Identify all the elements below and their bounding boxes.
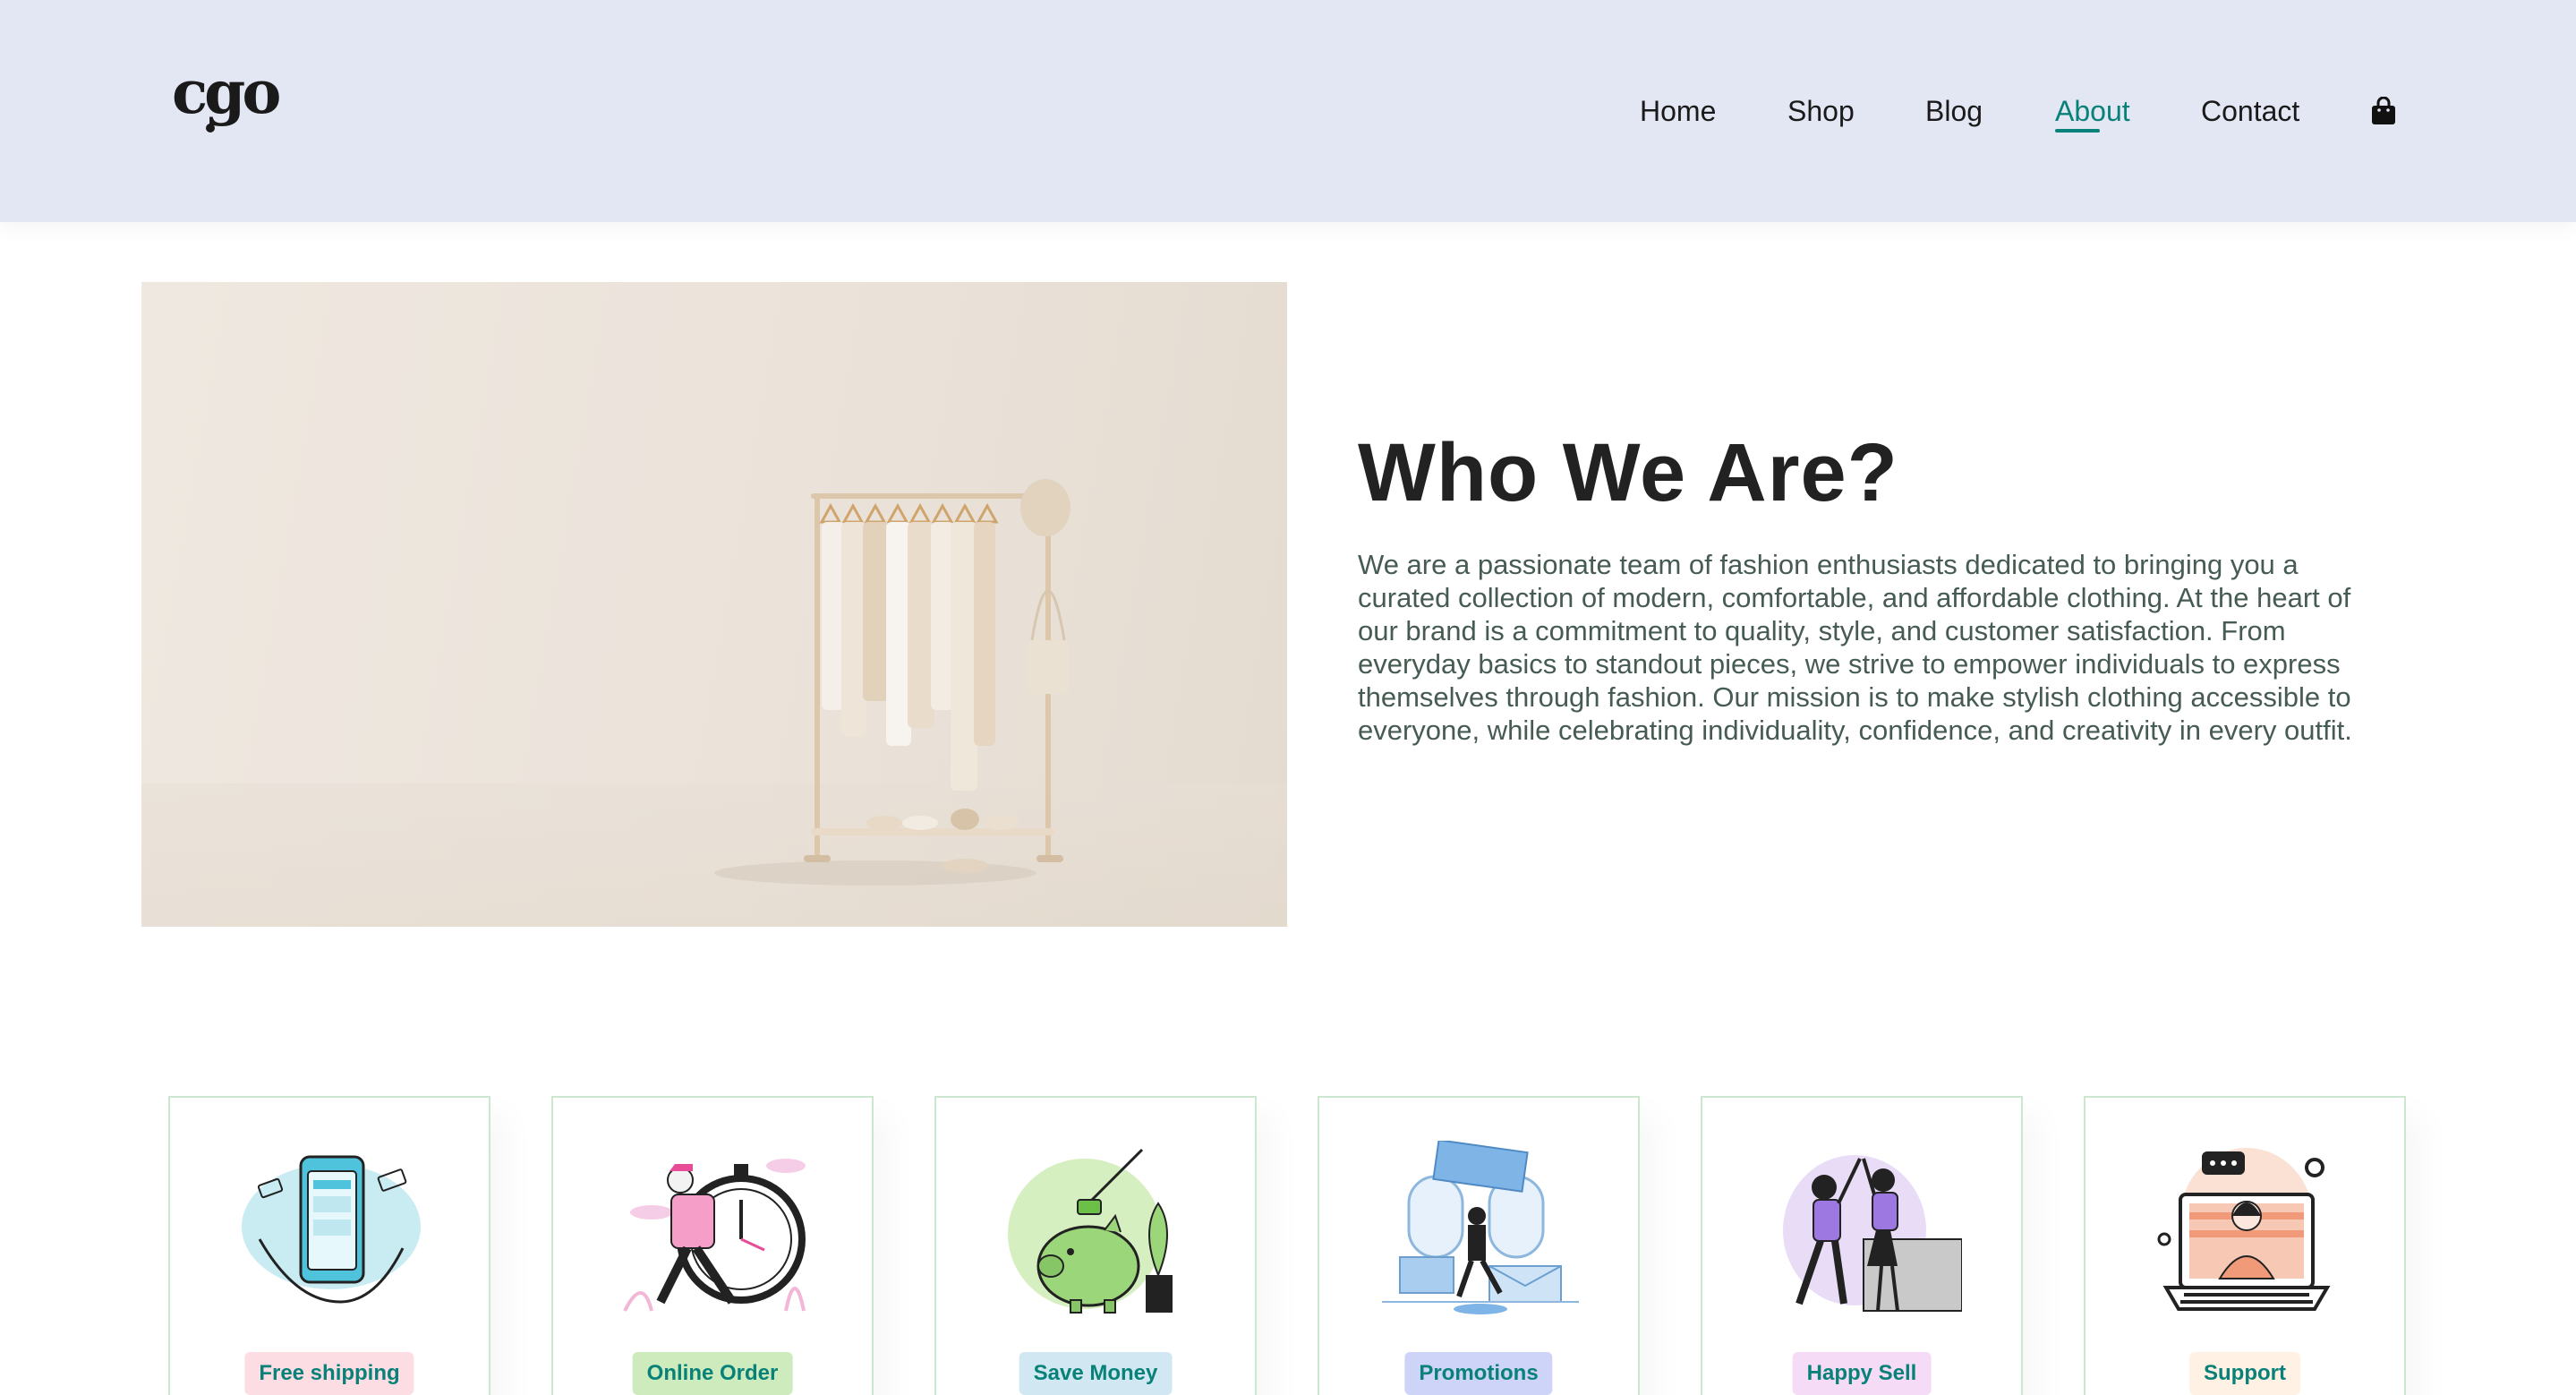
badge-save-money: Save Money	[1019, 1352, 1173, 1395]
main-nav: Home Shop Blog About Contact	[0, 95, 2576, 131]
clothing-rack-illustration	[141, 479, 1287, 927]
shopping-bag-icon[interactable]	[2370, 97, 2397, 125]
delivery-clock-icon	[623, 1159, 806, 1312]
feature-card-support[interactable]: Support	[2084, 1096, 2406, 1395]
badge-promotions: Promotions	[1404, 1352, 1553, 1395]
feature-card-save-money[interactable]: Save Money	[934, 1096, 1257, 1395]
high-five-icon	[1783, 1155, 1962, 1312]
feature-card-promotions[interactable]: Promotions	[1318, 1096, 1640, 1395]
piggy-bank-icon	[1008, 1148, 1173, 1314]
nav-shop[interactable]: Shop	[1787, 95, 1855, 128]
badge-free-shipping: Free shipping	[244, 1352, 414, 1395]
nav-blog[interactable]: Blog	[1925, 95, 1983, 128]
about-image	[141, 282, 1287, 927]
site-header: cgo Home Shop Blog About Contact	[0, 0, 2576, 222]
phone-payment-icon	[242, 1155, 421, 1304]
badge-happy-sell: Happy Sell	[1792, 1352, 1932, 1395]
about-description: We are a passionate team of fashion enth…	[1358, 549, 2352, 746]
promotion-gift-icon	[1382, 1141, 1579, 1314]
feature-card-free-shipping[interactable]: Free shipping	[168, 1096, 490, 1395]
nav-contact[interactable]: Contact	[2201, 95, 2299, 128]
badge-support: Support	[2189, 1352, 2300, 1395]
about-title: Who We Are?	[1358, 427, 1898, 518]
nav-home[interactable]: Home	[1640, 95, 1716, 128]
feature-card-happy-sell[interactable]: Happy Sell	[1701, 1096, 2023, 1395]
support-laptop-icon	[2157, 1148, 2331, 1311]
nav-about[interactable]: About	[2055, 95, 2130, 128]
active-nav-underline	[2055, 129, 2100, 133]
badge-online-order: Online Order	[632, 1352, 793, 1395]
feature-card-online-order[interactable]: Online Order	[551, 1096, 874, 1395]
features-section: Free shipping Online Order Save Money Pr…	[0, 1096, 2576, 1395]
